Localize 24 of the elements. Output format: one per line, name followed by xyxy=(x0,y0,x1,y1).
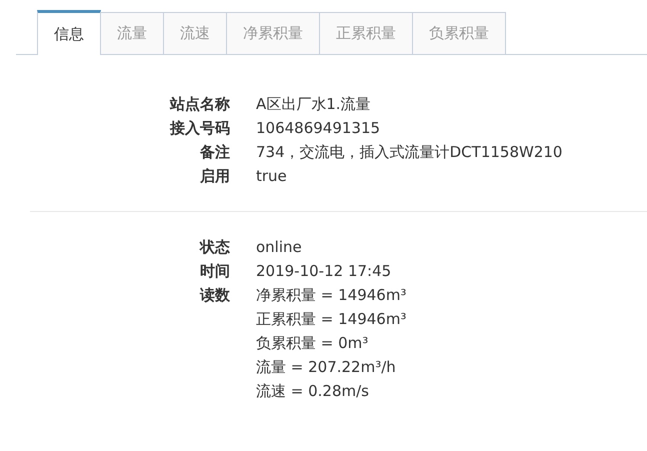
field-value: 负累积量 = 0m³ xyxy=(256,333,370,354)
tab[interactable]: 流量 xyxy=(100,12,164,54)
tab[interactable]: 信息 xyxy=(37,10,101,55)
field-value: 流速 = 0.28m/s xyxy=(256,381,370,402)
tab[interactable]: 净累积量 xyxy=(226,12,320,54)
field-value: 1064869491315 xyxy=(256,118,380,139)
field-label: 启用 xyxy=(199,166,230,187)
tab[interactable]: 正累积量 xyxy=(319,12,413,54)
field-label: 接入号码 xyxy=(168,118,230,139)
field-value: true xyxy=(256,166,287,187)
field-value: 流量 = 207.22m³/h xyxy=(256,357,397,378)
field-label: 备注 xyxy=(198,142,230,163)
field-label: 站点名称 xyxy=(168,94,230,115)
field-value: 2019-10-12 17:45 xyxy=(256,261,392,282)
field-value: A区出厂水1.流量 xyxy=(256,94,371,115)
field-label: 时间 xyxy=(199,261,230,282)
field-value: 734，交流电，插入式流量计DCT1158W210 xyxy=(256,142,562,163)
field-value: 净累积量 = 14946m³ xyxy=(256,285,406,306)
field-label: 状态 xyxy=(198,237,230,258)
field-label: 读数 xyxy=(198,285,230,306)
field-value: online xyxy=(256,237,302,258)
tab[interactable]: 流速 xyxy=(163,12,227,54)
field-value: 正累积量 = 14946m³ xyxy=(256,309,406,330)
tab[interactable]: 负累积量 xyxy=(412,12,506,54)
